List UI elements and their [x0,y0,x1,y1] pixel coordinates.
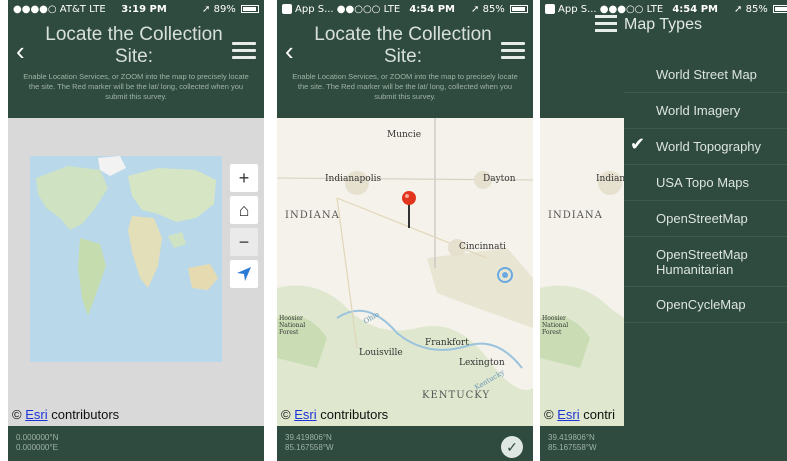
map-label-frankfort: Frankfort [425,338,469,348]
coordinates-footer: 0.000000°N 0.000000°E [8,426,264,461]
back-chevron-icon[interactable]: ‹ [16,38,25,64]
app-switch-icon [545,3,555,14]
menu-item-label: OpenCycleMap [656,297,746,312]
longitude-readout: 0.000000°E [16,443,58,452]
battery-icon [241,4,259,13]
screen-locate-world: ●●●●○ AT&T LTE 3:19 PM ➚ 89% ‹ Locate th… [8,0,264,461]
esri-link[interactable]: Esri [294,407,316,422]
zoom-out-button[interactable]: − [230,228,258,256]
screen-map-types-menu: App S... ●●●○○ LTE 4:54 PM ➚ 85% Map Typ… [540,0,787,461]
battery-percent: 85% [745,3,768,15]
menu-item-world-topography[interactable]: ✔ World Topography [624,129,787,165]
map-attribution: © Esri contributors [281,407,388,422]
menu-title: Map Types [624,16,702,33]
menu-item-label: OpenStreetMap Humanitarian [656,246,748,277]
map-label-indian: Indian [596,174,626,184]
map-label-muncie: Muncie [387,130,422,140]
status-bar: ●●●●○ AT&T LTE 3:19 PM ➚ 89% [8,0,264,18]
copyright-symbol: © [281,407,291,422]
attribution-suffix: contributors [51,407,120,422]
hamburger-menu-icon[interactable] [232,42,256,60]
menu-item-world-imagery[interactable]: World Imagery [624,93,787,129]
battery-percent: 89% [213,3,236,15]
submit-check-icon[interactable]: ✓ [501,436,523,458]
map-label-cincinnati: Cincinnati [459,242,506,252]
longitude-readout: 85.167558°W [285,443,334,452]
menu-item-world-street-map[interactable]: World Street Map [624,57,787,93]
menu-item-openstreetmap-humanitarian[interactable]: OpenStreetMap Humanitarian [624,237,787,287]
attribution-suffix: contri [583,407,616,422]
map-label-indiana: INDIANA [548,210,603,221]
menu-item-usa-topo-maps[interactable]: USA Topo Maps [624,165,787,201]
instructions-text-partial [548,72,624,112]
battery-indicator: ➚ 85% [727,4,787,15]
location-arrow-icon: ➚ [471,3,480,15]
latitude-readout: 0.000000°N [16,433,59,442]
home-icon[interactable]: ⌂ [230,196,258,224]
map-view[interactable]: Muncie Indianapolis Dayton INDIANA Cinci… [277,118,533,426]
map-label-hoosier: Hoosier National Forest [542,315,569,336]
menu-item-label: OpenStreetMap [656,211,748,226]
carrier-label: App S... ●●●○○ LTE [545,3,663,15]
location-pin-icon[interactable] [401,190,417,230]
battery-percent: 85% [482,3,505,15]
world-map [30,156,222,362]
attribution-suffix: contributors [320,407,389,422]
esri-link[interactable]: Esri [25,407,47,422]
status-bar: App S... ●●○○○ LTE 4:54 PM ➚ 85% [277,0,533,18]
page-title: Locate the Collection Site: [314,24,492,67]
back-chevron-icon[interactable]: ‹ [285,38,294,64]
menu-item-label: World Topography [656,139,762,154]
map-label-kentucky: KENTUCKY [422,390,491,401]
locate-arrow-icon[interactable] [230,260,258,288]
battery-icon [510,4,528,13]
battery-icon [773,4,787,13]
instructions-text: Enable Location Services, or ZOOM into t… [23,72,249,101]
map-label-louisville: Louisville [359,348,403,358]
menu-item-label: World Street Map [656,67,757,82]
zoom-in-button[interactable]: + [230,164,258,192]
map-label-indiana: INDIANA [285,210,340,221]
hamburger-menu-icon[interactable] [501,42,525,60]
copyright-symbol: © [12,407,22,422]
checkmark-icon: ✔ [630,134,646,154]
latitude-readout: 39.419806°N [285,433,332,442]
screen-locate-topo: App S... ●●○○○ LTE 4:54 PM ➚ 85% ‹ Locat… [277,0,533,461]
carrier-label: App S... ●●○○○ LTE [282,3,400,15]
coordinates-footer: 39.419806°N 85.167558°W [277,426,533,461]
map-types-menu: World Street Map World Imagery ✔ World To… [624,57,787,461]
page-header: ‹ Locate the Collection Site: Enable Loc… [8,18,264,118]
battery-indicator: ➚ 89% [182,4,259,15]
location-arrow-icon: ➚ [202,3,211,15]
app-switch-icon [282,3,292,14]
map-controls: + ⌂ − [230,164,258,292]
battery-indicator: ➚ 85% [464,4,528,15]
map-label-lexington: Lexington [459,358,505,368]
map-attribution: © Esri contributors [12,407,119,422]
menu-item-openstreetmap[interactable]: OpenStreetMap [624,201,787,237]
map-label-dayton: Dayton [483,174,516,184]
page-header: ‹ Locate the Collection Site: Enable Loc… [277,18,533,118]
menu-item-label: USA Topo Maps [656,175,749,190]
carrier-label: ●●●●○ AT&T LTE [13,3,106,15]
page-title: Locate the Collection Site: [45,24,223,67]
location-arrow-icon: ➚ [734,3,743,15]
clock: 4:54 PM [409,3,455,15]
instructions-text: Enable Location Services, or ZOOM into t… [292,72,518,101]
map-attribution: © Esri contri [544,407,615,422]
map-label-hoosier: Hoosier National Forest [279,315,306,336]
copyright-symbol: © [544,407,554,422]
esri-link[interactable]: Esri [557,407,579,422]
clock: 3:19 PM [121,3,167,15]
map-label-indianapolis: Indianapolis [325,174,382,184]
menu-item-opencyclemap[interactable]: OpenCycleMap [624,287,787,323]
hamburger-menu-icon[interactable] [595,15,617,32]
map-view[interactable]: + ⌂ − © Esri contributors [8,118,264,426]
clock: 4:54 PM [672,3,718,15]
menu-item-label: World Imagery [656,103,741,118]
